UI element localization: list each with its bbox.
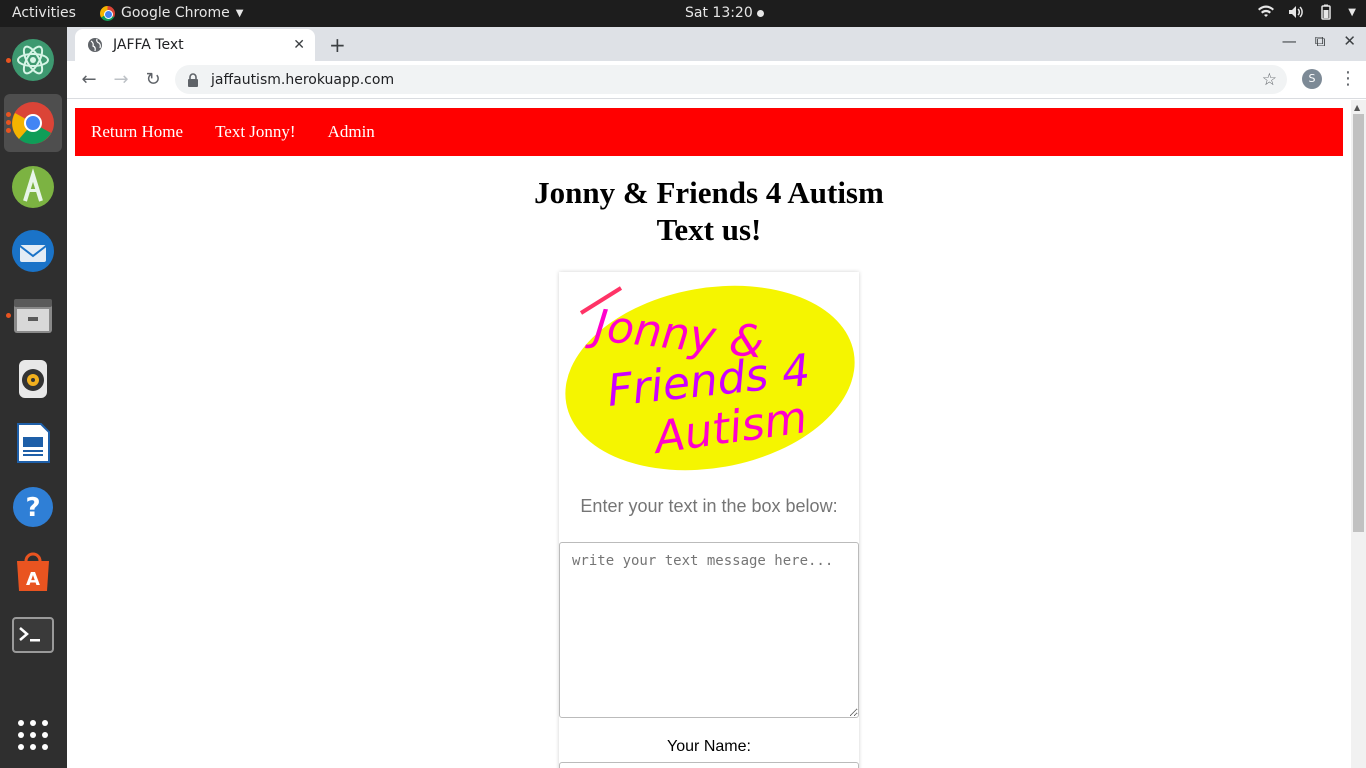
running-indicator: [6, 128, 11, 133]
software-icon: A: [17, 552, 49, 591]
dock-android-studio[interactable]: [4, 158, 62, 216]
page-title: Jonny & Friends 4 Autism Text us!: [67, 174, 1351, 248]
system-top-bar: Activities Google Chrome ▼ Sat 13:20 ▼: [0, 0, 1366, 27]
browser-toolbar: ← → ↻ jaffautism.herokuapp.com ☆ S ⋮: [67, 61, 1366, 99]
files-icon: [14, 299, 52, 333]
close-window-icon[interactable]: ✕: [1343, 32, 1356, 50]
dock-help[interactable]: ?: [4, 478, 62, 536]
battery-icon: [1321, 4, 1332, 20]
dock-atom[interactable]: [4, 31, 62, 89]
rhythmbox-icon: [19, 360, 47, 398]
chrome-icon: [12, 102, 54, 144]
name-input[interactable]: [559, 762, 859, 768]
window-controls: — ⧉ ✕: [1282, 32, 1356, 50]
running-indicator: [6, 112, 11, 117]
close-tab-icon[interactable]: ✕: [293, 37, 305, 53]
volume-icon: [1289, 6, 1304, 18]
android-studio-icon: [12, 166, 54, 208]
chrome-icon: [100, 5, 115, 21]
dock-files[interactable]: [4, 286, 62, 344]
globe-icon: [88, 38, 102, 52]
tab-title: JAFFA Text: [113, 37, 184, 53]
running-indicator: [6, 58, 11, 63]
caret-down-icon: ▼: [235, 7, 244, 19]
dock: ? A: [0, 27, 67, 768]
page-viewport: Return Home Text Jonny! Admin Jonny & Fr…: [67, 100, 1366, 768]
activities-button[interactable]: Activities: [12, 5, 76, 21]
address-bar[interactable]: jaffautism.herokuapp.com ☆: [175, 65, 1287, 94]
wifi-icon: [1258, 5, 1275, 17]
text-form-card: Jonny & Friends 4 Autism Enter your text…: [559, 272, 859, 768]
dock-writer[interactable]: [4, 414, 62, 472]
dock-terminal[interactable]: [4, 606, 62, 664]
atom-icon: [12, 39, 54, 81]
app-menu[interactable]: Google Chrome ▼: [100, 5, 243, 21]
apps-grid-icon: [18, 720, 48, 750]
browser-window: JAFFA Text ✕ + — ⧉ ✕ ← → ↻ jaffautism.he…: [67, 27, 1366, 768]
site-navbar: Return Home Text Jonny! Admin: [75, 108, 1343, 156]
scrollbar-thumb[interactable]: [1353, 114, 1364, 532]
new-tab-icon[interactable]: +: [329, 33, 346, 57]
dock-show-apps[interactable]: [4, 706, 62, 764]
minimize-icon[interactable]: —: [1282, 32, 1297, 50]
nav-return-home[interactable]: Return Home: [91, 122, 183, 142]
page-title-line-1: Jonny & Friends 4 Autism: [534, 175, 884, 210]
svg-text:?: ?: [25, 493, 40, 523]
page-title-line-2: Text us!: [656, 212, 762, 247]
lock-icon: [188, 72, 198, 87]
writer-icon: [17, 423, 50, 463]
notification-dot-icon: [756, 9, 764, 17]
name-label: Your Name:: [667, 738, 751, 755]
dock-rhythmbox[interactable]: [4, 350, 62, 408]
jaffa-logo: Jonny & Friends 4 Autism: [565, 285, 855, 471]
page-scrollbar[interactable]: ▲: [1351, 100, 1366, 768]
help-icon: ?: [13, 487, 53, 527]
running-indicator: [6, 313, 11, 318]
clock-text: Sat 13:20: [685, 5, 753, 21]
message-textarea[interactable]: [559, 542, 859, 718]
dock-software[interactable]: A: [4, 542, 62, 600]
nav-admin[interactable]: Admin: [328, 122, 375, 142]
system-tray[interactable]: ▼: [1258, 4, 1356, 20]
message-prompt: Enter your text in the box below:: [580, 496, 838, 516]
chrome-menu-icon[interactable]: ⋮: [1339, 68, 1357, 89]
reload-icon[interactable]: ↻: [142, 69, 164, 90]
tab-jaffa-text[interactable]: JAFFA Text ✕: [75, 29, 315, 61]
terminal-icon: [12, 617, 54, 653]
dock-chrome[interactable]: [4, 94, 62, 152]
forward-icon[interactable]: →: [110, 69, 132, 90]
nav-text-jonny[interactable]: Text Jonny!: [215, 122, 296, 142]
bookmark-star-icon[interactable]: ☆: [1262, 70, 1277, 90]
dock-thunderbird[interactable]: [4, 222, 62, 280]
back-icon[interactable]: ←: [78, 69, 100, 90]
app-menu-label: Google Chrome: [121, 5, 230, 21]
clock[interactable]: Sat 13:20: [685, 5, 764, 21]
thunderbird-icon: [12, 230, 54, 272]
svg-text:A: A: [26, 569, 40, 590]
restore-icon[interactable]: ⧉: [1315, 32, 1326, 50]
system-menu-caret-icon: ▼: [1348, 6, 1356, 18]
url-text: jaffautism.herokuapp.com: [211, 71, 395, 88]
tab-strip: JAFFA Text ✕ + — ⧉ ✕: [67, 27, 1366, 61]
profile-avatar[interactable]: S: [1302, 69, 1322, 89]
running-indicator: [6, 120, 11, 125]
scroll-up-icon[interactable]: ▲: [1354, 103, 1360, 112]
